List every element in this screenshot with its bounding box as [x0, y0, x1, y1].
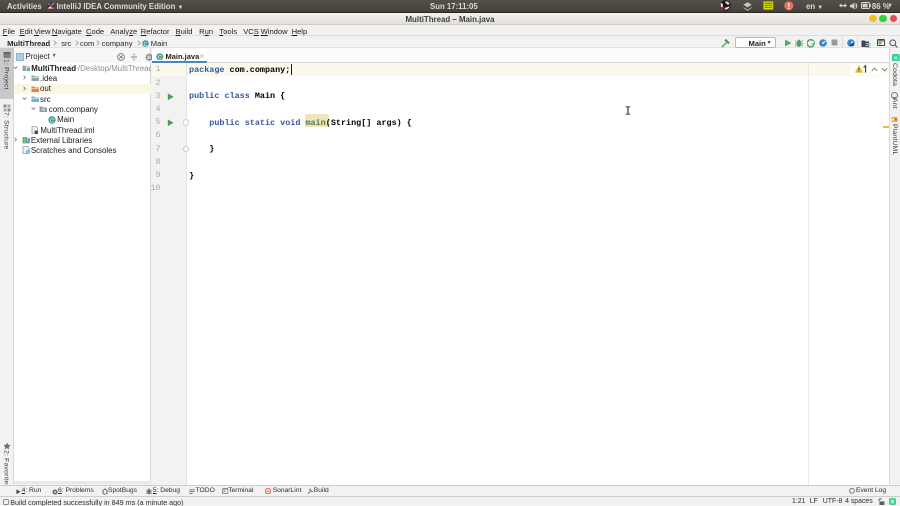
svg-text:C: C	[158, 55, 162, 60]
svg-text:C: C	[50, 118, 54, 124]
svg-text:C: C	[144, 41, 148, 46]
